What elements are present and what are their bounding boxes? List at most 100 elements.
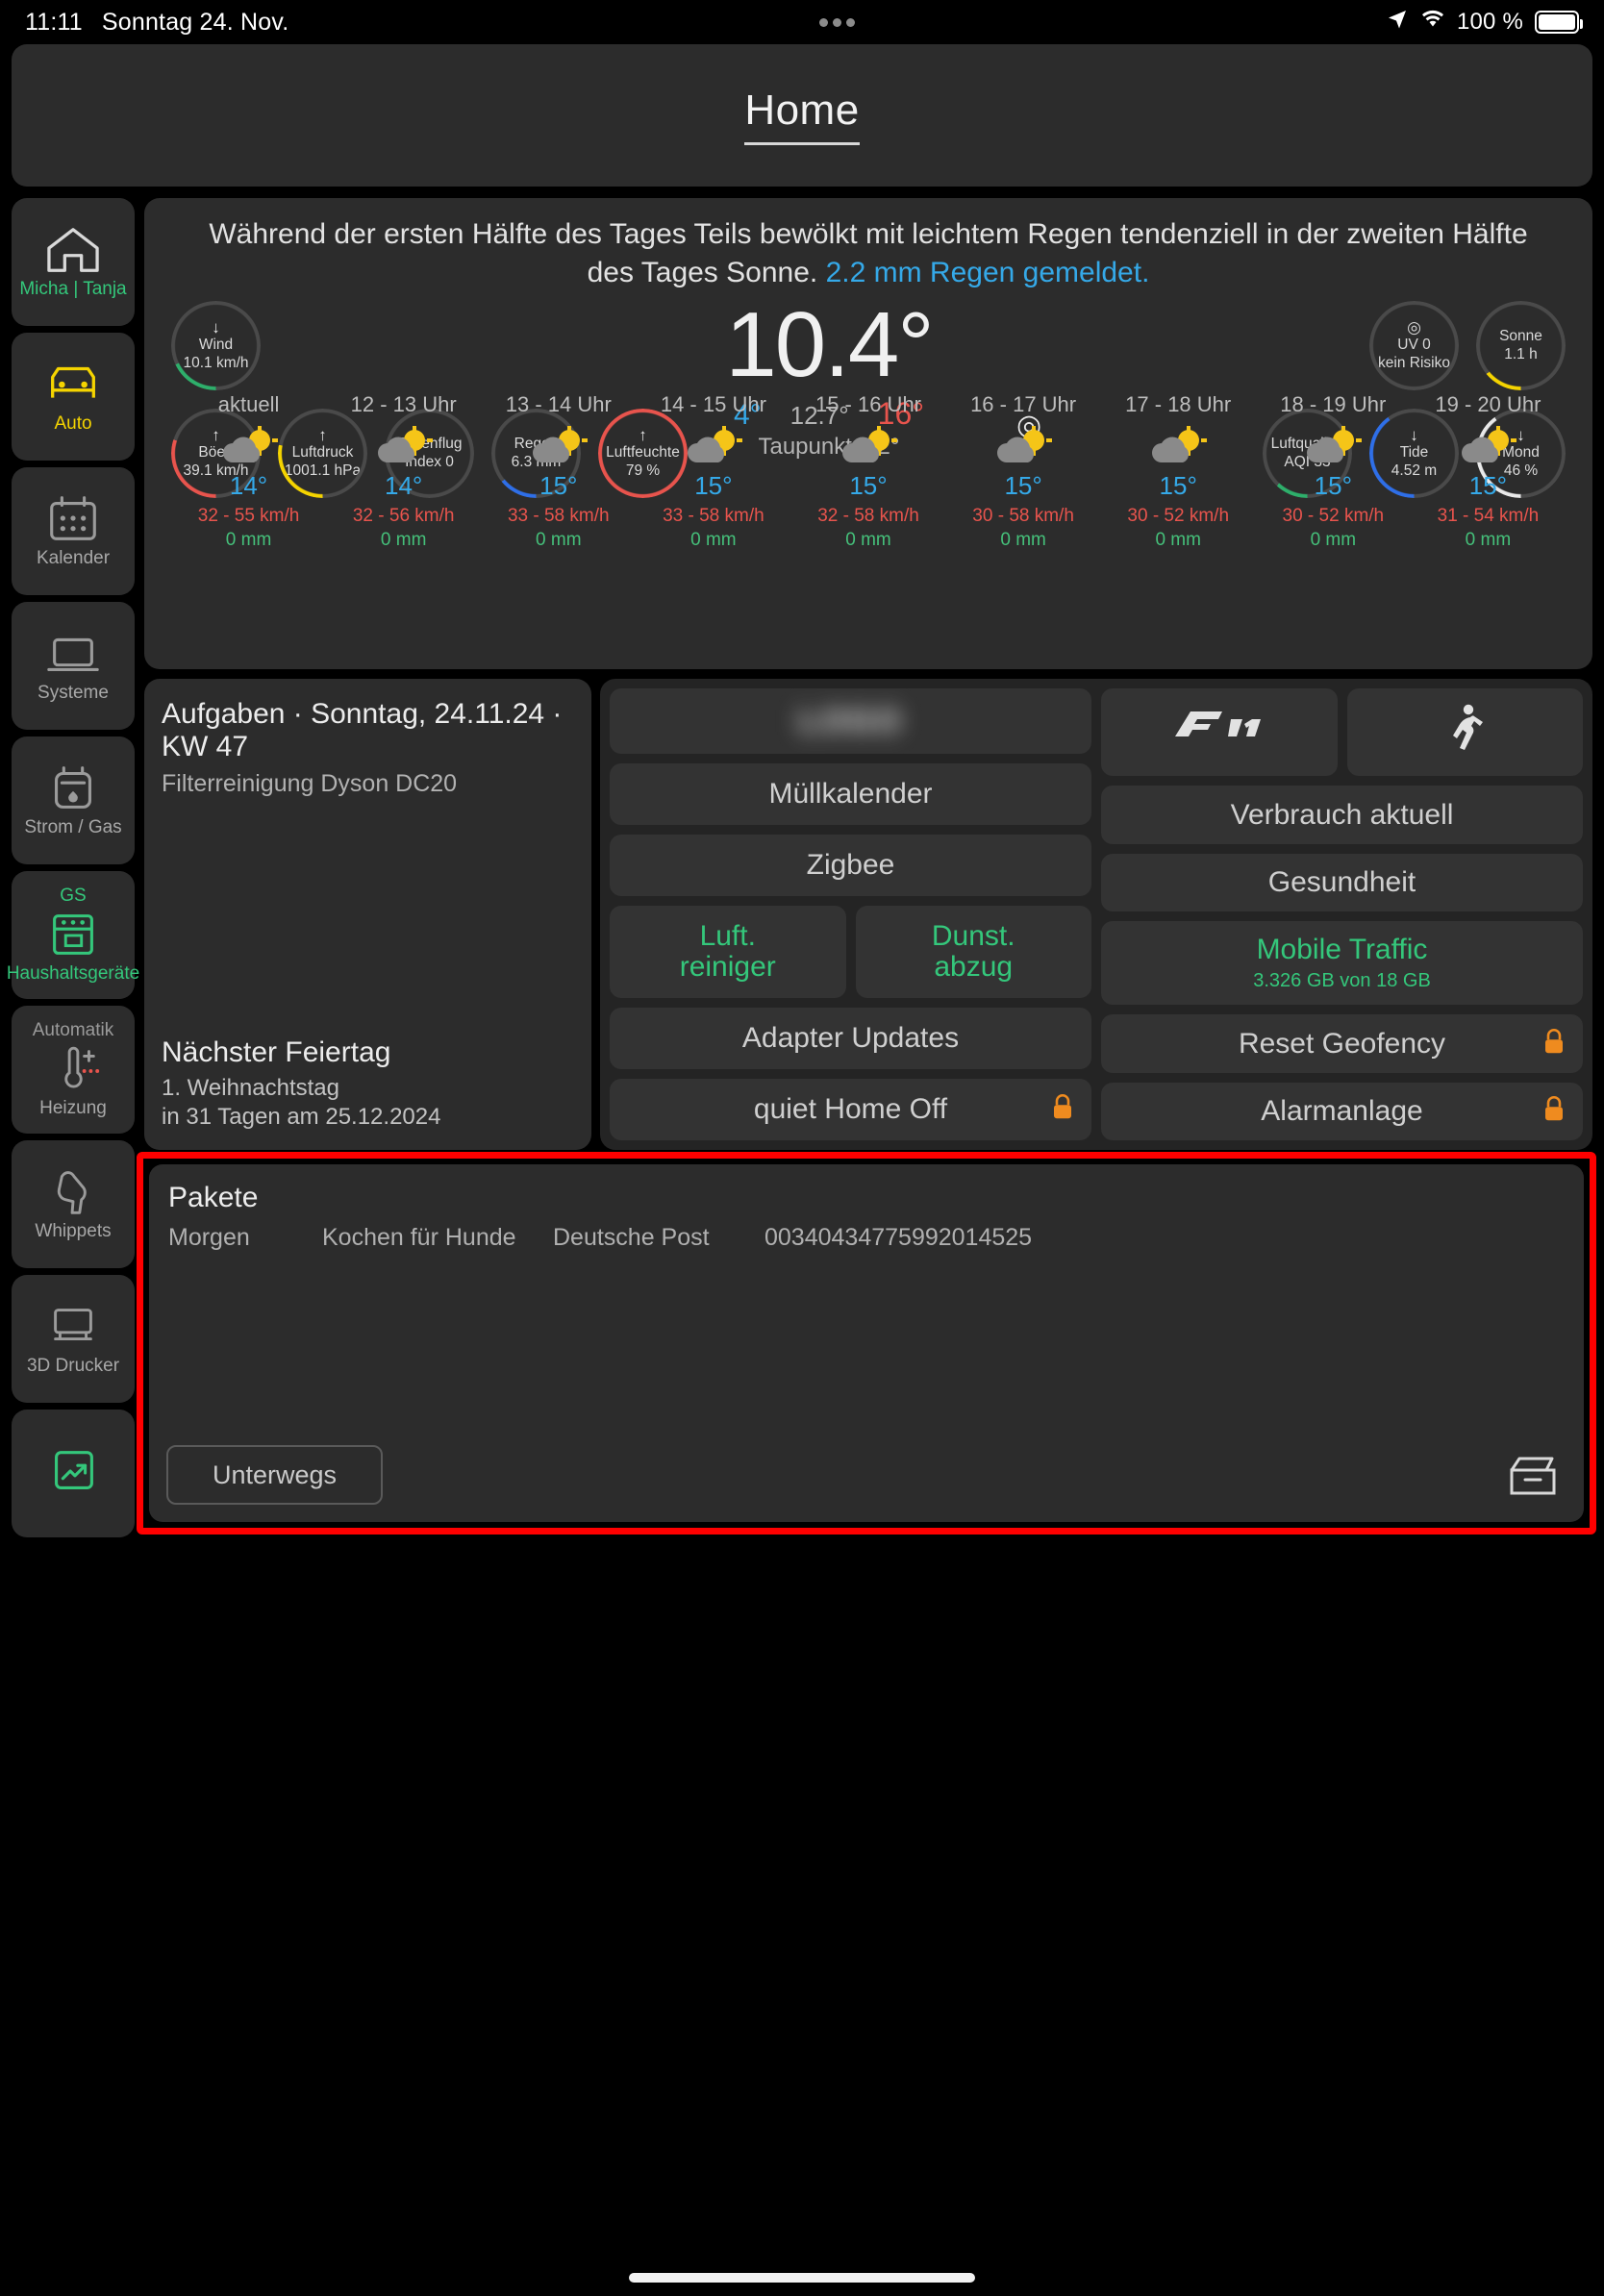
cloud-sun-icon (1256, 425, 1411, 467)
hourly-time: 15 - 16 Uhr (815, 392, 922, 417)
button-label: Adapter Updates (741, 1022, 960, 1055)
parcel-carrier: Deutsche Post (553, 1224, 710, 1251)
weather-card[interactable]: Während der ersten Hälfte des Tages Teil… (144, 198, 1592, 669)
hourly-wind: 32 - 56 km/h (352, 506, 455, 527)
button-label: Verbrauch aktuell (1230, 798, 1454, 831)
sidebar-item-badge: GS (60, 886, 87, 907)
cloud-sun-icon (326, 425, 481, 467)
cloud-sun-icon (636, 425, 790, 467)
muellkalender-button[interactable]: Müllkalender (610, 763, 1091, 826)
hourly-rain: 0 mm (536, 530, 582, 551)
alarmanlage-button[interactable]: Alarmanlage (1101, 1082, 1583, 1140)
gesundheit-button[interactable]: Gesundheit (1101, 853, 1583, 911)
verbrauch-aktuell-button[interactable]: Verbrauch aktuell (1101, 786, 1583, 844)
lock-icon (1542, 1028, 1566, 1061)
next-holiday-block: Nächster Feiertag 1. Weihnachtstag in 31… (162, 1036, 440, 1131)
hourly-wind: 33 - 58 km/h (507, 506, 610, 527)
sidebar-item-label: Systeme (38, 683, 109, 704)
gauge-row-top-right: ◎ UV 0 kein Risiko Sonne 1.1 h (1369, 301, 1566, 391)
weather-summary: Während der ersten Hälfte des Tages Teil… (165, 215, 1571, 291)
hourly-item: aktuell 14° 32 - 55 km/h 0 mm (171, 392, 326, 551)
status-time: 11:11 (25, 8, 83, 36)
status-bar-left: 11:11 Sonntag 24. Nov. (25, 9, 288, 37)
hourly-item: 16 - 17 Uhr 15° 30 - 58 km/h 0 mm (946, 392, 1101, 551)
parcel-icon[interactable] (1503, 1445, 1563, 1505)
hourly-temp: 15° (849, 471, 888, 501)
quiet-home-off-button[interactable]: quiet Home Off (610, 1079, 1091, 1140)
hourly-wind: 30 - 52 km/h (1127, 506, 1230, 527)
sidebar-item-heizung[interactable]: Automatik Heizung (12, 1006, 135, 1134)
adapter-updates-button[interactable]: Adapter Updates (610, 1008, 1091, 1069)
parcel-status-button[interactable]: Unterwegs (166, 1445, 383, 1505)
parcel-description: Kochen für Hunde (322, 1224, 516, 1251)
hourly-rain: 0 mm (1000, 530, 1046, 551)
lock-icon (1542, 1095, 1566, 1128)
hourly-rain: 0 mm (1465, 530, 1512, 551)
table-row: Morgen Kochen für Hunde Deutsche Post 00… (168, 1224, 1565, 1252)
app-page: Home Micha | Tanja Auto Kalender Systeme… (0, 44, 1604, 2296)
parcel-status-label: Unterwegs (212, 1460, 338, 1489)
hourly-temp: 15° (1468, 471, 1508, 501)
sidebar-item-whippets[interactable]: Whippets (12, 1140, 135, 1268)
sidebar-item-systeme[interactable]: Systeme (12, 602, 135, 730)
luftreiniger-button[interactable]: Luft. reiniger (610, 906, 846, 998)
button-label: Alarmanlage (1261, 1094, 1423, 1127)
sidebar-item-haushaltsgeraete[interactable]: GS Haushaltsgeräte (7, 871, 139, 999)
weather-rain-note: 2.2 mm Regen gemeldet. (825, 256, 1150, 288)
dunstabzug-button[interactable]: Dunst. abzug (855, 906, 1091, 998)
mobile-traffic-button[interactable]: Mobile Traffic 3.326 GB von 18 GB (1101, 920, 1583, 1006)
meter-icon (43, 762, 103, 814)
tasks-card[interactable]: Aufgaben · Sonntag, 24.11.24 · KW 47 Fil… (144, 679, 591, 1150)
button-label-line1: Luft. (699, 920, 756, 953)
sidebar-item-strom-gas[interactable]: Strom / Gas (12, 736, 135, 864)
hourly-rain: 0 mm (1155, 530, 1201, 551)
sidebar-item-auto[interactable]: Auto (12, 333, 135, 461)
battery-icon (1535, 11, 1583, 34)
house-icon (43, 224, 103, 276)
formula1-button[interactable] (1101, 688, 1338, 777)
zigbee-button[interactable]: Zigbee (610, 835, 1091, 897)
sidebar-item-kalender[interactable]: Kalender (12, 467, 135, 595)
sidebar-item-statistik[interactable] (12, 1410, 135, 1537)
button-label: Müllkalender (768, 778, 933, 811)
logo-button[interactable]: LOGO (610, 688, 1091, 755)
button-label: Mobile Traffic (1256, 934, 1428, 966)
sidebar-item-presence[interactable]: Micha | Tanja (12, 198, 135, 326)
button-label: Zigbee (806, 849, 895, 882)
hourly-temp: 15° (1314, 471, 1352, 501)
hourly-rain: 0 mm (1310, 530, 1357, 551)
cloud-sun-icon (946, 425, 1101, 467)
gauge-row-top-left: ↓ Wind 10.1 km/h (171, 301, 261, 391)
hourly-rain: 0 mm (845, 530, 891, 551)
shortcut-grid: LOGO Müllkalender Zigbee Luft. reiniger … (600, 679, 1592, 1150)
cloud-sun-icon (790, 425, 945, 467)
hourly-wind: 33 - 58 km/h (663, 506, 764, 527)
pakete-card[interactable]: Pakete Morgen Kochen für Hunde Deutsche … (149, 1164, 1584, 1522)
button-label-line1: Dunst. (931, 920, 1015, 953)
pakete-title: Pakete (168, 1182, 259, 1213)
gauge-ring (1476, 301, 1566, 391)
status-date: Sonntag 24. Nov. (101, 8, 289, 36)
hourly-time: 18 - 19 Uhr (1280, 392, 1387, 417)
reset-geofency-button[interactable]: Reset Geofency (1101, 1014, 1583, 1073)
hourly-time: 19 - 20 Uhr (1435, 392, 1541, 417)
button-label: Gesundheit (1267, 865, 1416, 898)
hourly-wind: 30 - 58 km/h (972, 506, 1074, 527)
parcel-tracking-number: 00340434775992014525 (764, 1224, 1033, 1251)
trend-chart-icon (43, 1446, 103, 1498)
hourly-wind: 32 - 58 km/h (817, 506, 919, 527)
hourly-temp: 15° (694, 471, 733, 501)
hourly-time: 17 - 18 Uhr (1125, 392, 1232, 417)
hourly-wind: 32 - 55 km/h (197, 506, 300, 527)
shortcut-column-right: Verbrauch aktuell Gesundheit Mobile Traf… (1101, 688, 1583, 1140)
hourly-time: 16 - 17 Uhr (970, 392, 1077, 417)
sidebar-item-3d-drucker[interactable]: 3D Drucker (12, 1275, 135, 1403)
bundesliga-button[interactable] (1346, 688, 1583, 777)
cloud-sun-icon (481, 425, 636, 467)
recording-dots-icon (819, 17, 856, 27)
hourly-item: 14 - 15 Uhr 15° 33 - 58 km/h 0 mm (636, 392, 790, 551)
battery-percent-label: 100 % (1456, 9, 1523, 35)
dishwasher-icon (43, 909, 103, 961)
status-bar-center (288, 17, 1386, 27)
button-label-line2: abzug (934, 951, 1014, 984)
